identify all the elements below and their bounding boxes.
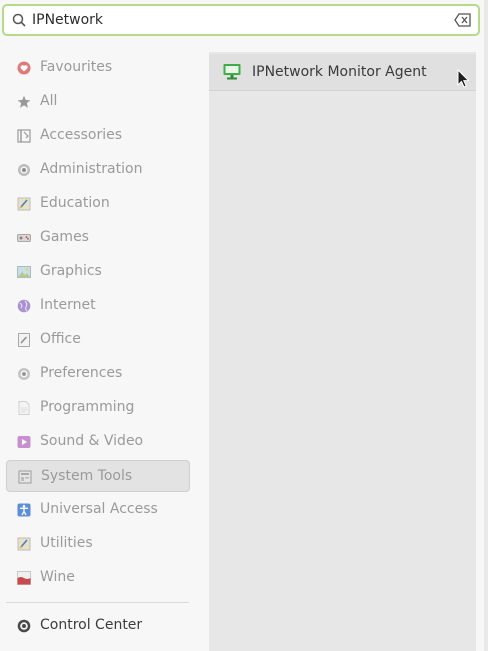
- search-box[interactable]: [2, 4, 480, 36]
- category-programming[interactable]: Programming: [6, 392, 190, 424]
- heart-icon: [17, 61, 31, 75]
- category-label: System Tools: [41, 468, 133, 484]
- search-icon: [12, 13, 26, 27]
- control-center-label: Control Center: [40, 617, 143, 633]
- category-wine[interactable]: Wine: [6, 562, 190, 594]
- category-sound-video[interactable]: Sound & Video: [6, 426, 190, 458]
- category-sidebar: Favourites All Accessories Administratio…: [6, 52, 190, 596]
- image-icon: [17, 265, 31, 279]
- category-label: Favourites: [40, 59, 113, 75]
- utilities-icon: [17, 537, 31, 551]
- category-label: Preferences: [40, 365, 123, 381]
- category-all[interactable]: All: [6, 86, 190, 118]
- globe-icon: [17, 299, 31, 313]
- category-label: Universal Access: [40, 501, 158, 517]
- category-label: Internet: [40, 297, 96, 313]
- category-label: All: [40, 93, 58, 109]
- code-file-icon: [17, 401, 31, 415]
- category-administration[interactable]: Administration: [6, 154, 190, 186]
- category-universal-access[interactable]: Universal Access: [6, 494, 190, 526]
- category-internet[interactable]: Internet: [6, 290, 190, 322]
- category-label: Accessories: [40, 127, 123, 143]
- search-input[interactable]: [32, 9, 442, 31]
- preferences-icon: [17, 367, 31, 381]
- category-graphics[interactable]: Graphics: [6, 256, 190, 288]
- category-games[interactable]: Games: [6, 222, 190, 254]
- sidebar-divider: [6, 602, 189, 603]
- category-label: Programming: [40, 399, 135, 415]
- media-icon: [17, 435, 31, 449]
- category-education[interactable]: Education: [6, 188, 190, 220]
- category-label: Administration: [40, 161, 143, 177]
- category-system-tools[interactable]: System Tools: [6, 460, 190, 492]
- control-center-icon: [17, 619, 31, 633]
- category-label: Utilities: [40, 535, 93, 551]
- category-label: Sound & Video: [40, 433, 144, 449]
- education-icon: [17, 197, 31, 211]
- accessibility-icon: [17, 503, 31, 517]
- system-tools-icon: [18, 470, 32, 484]
- category-preferences[interactable]: Preferences: [6, 358, 190, 390]
- category-label: Games: [40, 229, 89, 245]
- gamepad-icon: [17, 231, 31, 245]
- category-label: Graphics: [40, 263, 102, 279]
- clear-text-icon[interactable]: [454, 13, 472, 27]
- window-edge: [484, 0, 488, 651]
- category-label: Education: [40, 195, 110, 211]
- app-result-label: IPNetwork Monitor Agent: [252, 64, 427, 80]
- category-label: Wine: [40, 569, 75, 585]
- administration-icon: [17, 163, 31, 177]
- app-result-ipnetwork-monitor-agent[interactable]: IPNetwork Monitor Agent: [209, 54, 476, 91]
- star-icon: [17, 95, 31, 109]
- category-label: Office: [40, 331, 81, 347]
- category-utilities[interactable]: Utilities: [6, 528, 190, 560]
- wine-icon: [17, 571, 31, 585]
- control-center-button[interactable]: Control Center: [6, 610, 190, 642]
- document-icon: [17, 333, 31, 347]
- category-accessories[interactable]: Accessories: [6, 120, 190, 152]
- category-office[interactable]: Office: [6, 324, 190, 356]
- accessories-icon: [17, 129, 31, 143]
- results-panel: IPNetwork Monitor Agent: [209, 52, 476, 651]
- mouse-pointer-icon: [457, 69, 469, 88]
- monitor-icon: [223, 64, 241, 80]
- category-favourites[interactable]: Favourites: [6, 52, 190, 84]
